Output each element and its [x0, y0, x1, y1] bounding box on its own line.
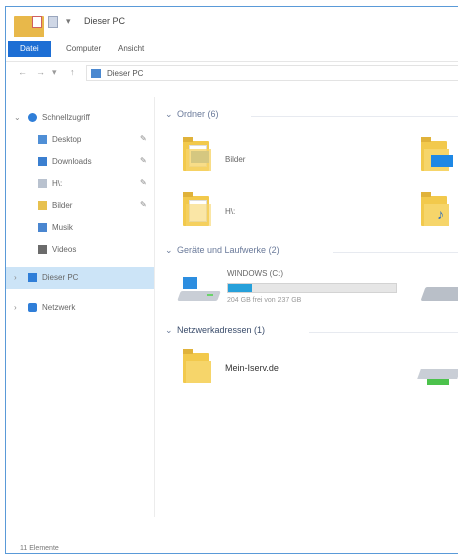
up-icon[interactable]: ↑ — [70, 67, 75, 77]
pc-icon — [91, 69, 101, 78]
sidebar-item-quick-access[interactable]: ⌄ Schnellzugriff — [6, 107, 154, 129]
window-title: Dieser PC — [84, 16, 126, 26]
sidebar-item-label: Videos — [52, 245, 77, 254]
chevron-down-icon[interactable]: ⌄ — [165, 109, 173, 120]
sidebar-item-label: Schnellzugriff — [42, 113, 90, 122]
chevron-right-icon[interactable]: › — [14, 303, 17, 312]
video-icon — [38, 245, 47, 254]
sidebar-item-this-pc[interactable]: › Dieser PC — [6, 267, 154, 289]
sidebar-item-label: Downloads — [52, 157, 92, 166]
explorer-window: ▾ Dieser PC Datei Computer Ansicht ← → ▾… — [5, 6, 458, 554]
sidebar-item-pictures[interactable]: Bilder ✎ — [6, 195, 154, 217]
sidebar-item-label: Dieser PC — [42, 273, 79, 282]
network-location-folder[interactable] — [183, 349, 213, 383]
sidebar-item-label: Netzwerk — [42, 303, 76, 312]
drive-usage-text: 204 GB frei von 237 GB — [227, 297, 302, 304]
group-devices[interactable]: ⌄ Geräte und Laufwerke (2) — [161, 245, 458, 259]
status-bar: 11 Elemente — [20, 545, 59, 552]
recent-locations-icon[interactable]: ▾ — [52, 67, 57, 78]
address-path: Dieser PC — [107, 69, 144, 78]
chevron-down-icon[interactable]: ⌄ — [165, 245, 173, 256]
sidebar-item-label: Bilder — [52, 201, 73, 210]
sidebar-item-label: Musik — [52, 223, 73, 232]
pin-icon[interactable]: ✎ — [140, 200, 147, 209]
group-network-locations[interactable]: ⌄ Netzwerkadressen (1) — [161, 325, 458, 339]
pc-icon — [28, 273, 37, 282]
sidebar-item-label: Desktop — [52, 135, 82, 144]
back-icon[interactable]: ← — [18, 67, 27, 77]
chevron-down-icon[interactable]: ⌄ — [165, 325, 173, 336]
chevron-down-icon[interactable]: ▾ — [66, 16, 74, 28]
pictures-icon — [38, 201, 47, 210]
new-folder-icon[interactable] — [48, 16, 58, 28]
sidebar-item-videos[interactable]: Videos — [6, 239, 154, 261]
tab-computer[interactable]: Computer — [58, 41, 109, 57]
tab-view[interactable]: Ansicht — [110, 41, 152, 57]
music-icon — [38, 223, 47, 232]
star-icon — [28, 113, 37, 122]
windows-icon — [183, 277, 197, 289]
properties-icon[interactable] — [32, 16, 42, 28]
network-drive[interactable] — [417, 357, 458, 385]
ribbon: Datei Computer Ansicht — [6, 37, 458, 62]
forward-icon[interactable]: → — [36, 67, 45, 77]
address-bar: ← → ▾ ↑ Dieser PC — [6, 62, 458, 84]
folder-h[interactable] — [183, 192, 213, 226]
drive-icon — [38, 179, 47, 188]
folder-music[interactable]: ♪ — [421, 192, 451, 226]
pin-icon[interactable]: ✎ — [140, 178, 147, 187]
network-icon — [28, 303, 37, 312]
drive-usage-bar — [227, 283, 397, 293]
network-location-label: Mein-Iserv.de — [225, 363, 279, 373]
folder-label: Bilder — [225, 155, 246, 164]
drive-name: WINDOWS (C:) — [227, 269, 283, 278]
folder-label: H\: — [225, 207, 236, 216]
download-icon — [38, 157, 47, 166]
desktop-icon — [38, 135, 47, 144]
chevron-right-icon[interactable]: › — [14, 273, 17, 282]
chevron-down-icon[interactable]: ⌄ — [14, 113, 21, 122]
navigation-pane: ⌄ Schnellzugriff Desktop ✎ Downloads ✎ H… — [6, 97, 155, 517]
sidebar-item-h[interactable]: H\: ✎ — [6, 173, 154, 195]
pin-icon[interactable]: ✎ — [140, 134, 147, 143]
folder-pictures[interactable] — [183, 137, 213, 171]
content-pane: ⌄ Ordner (6) Bilder H\: ♪ ⌄ Geräte und L… — [161, 97, 458, 517]
group-folders[interactable]: ⌄ Ordner (6) — [161, 109, 458, 123]
pin-icon[interactable]: ✎ — [140, 156, 147, 165]
address-field[interactable]: Dieser PC — [86, 65, 458, 81]
sidebar-item-network[interactable]: › Netzwerk — [6, 297, 154, 319]
drive-c[interactable] — [177, 275, 221, 303]
folder-downloads[interactable] — [421, 137, 453, 171]
tab-file[interactable]: Datei — [8, 41, 51, 57]
sidebar-item-label: H\: — [52, 179, 63, 188]
sidebar-item-music[interactable]: Musik — [6, 217, 154, 239]
sidebar-item-downloads[interactable]: Downloads ✎ — [6, 151, 154, 173]
drive-dvd[interactable] — [420, 275, 458, 303]
title-bar: ▾ Dieser PC — [6, 7, 458, 50]
sidebar-item-desktop[interactable]: Desktop ✎ — [6, 129, 154, 151]
